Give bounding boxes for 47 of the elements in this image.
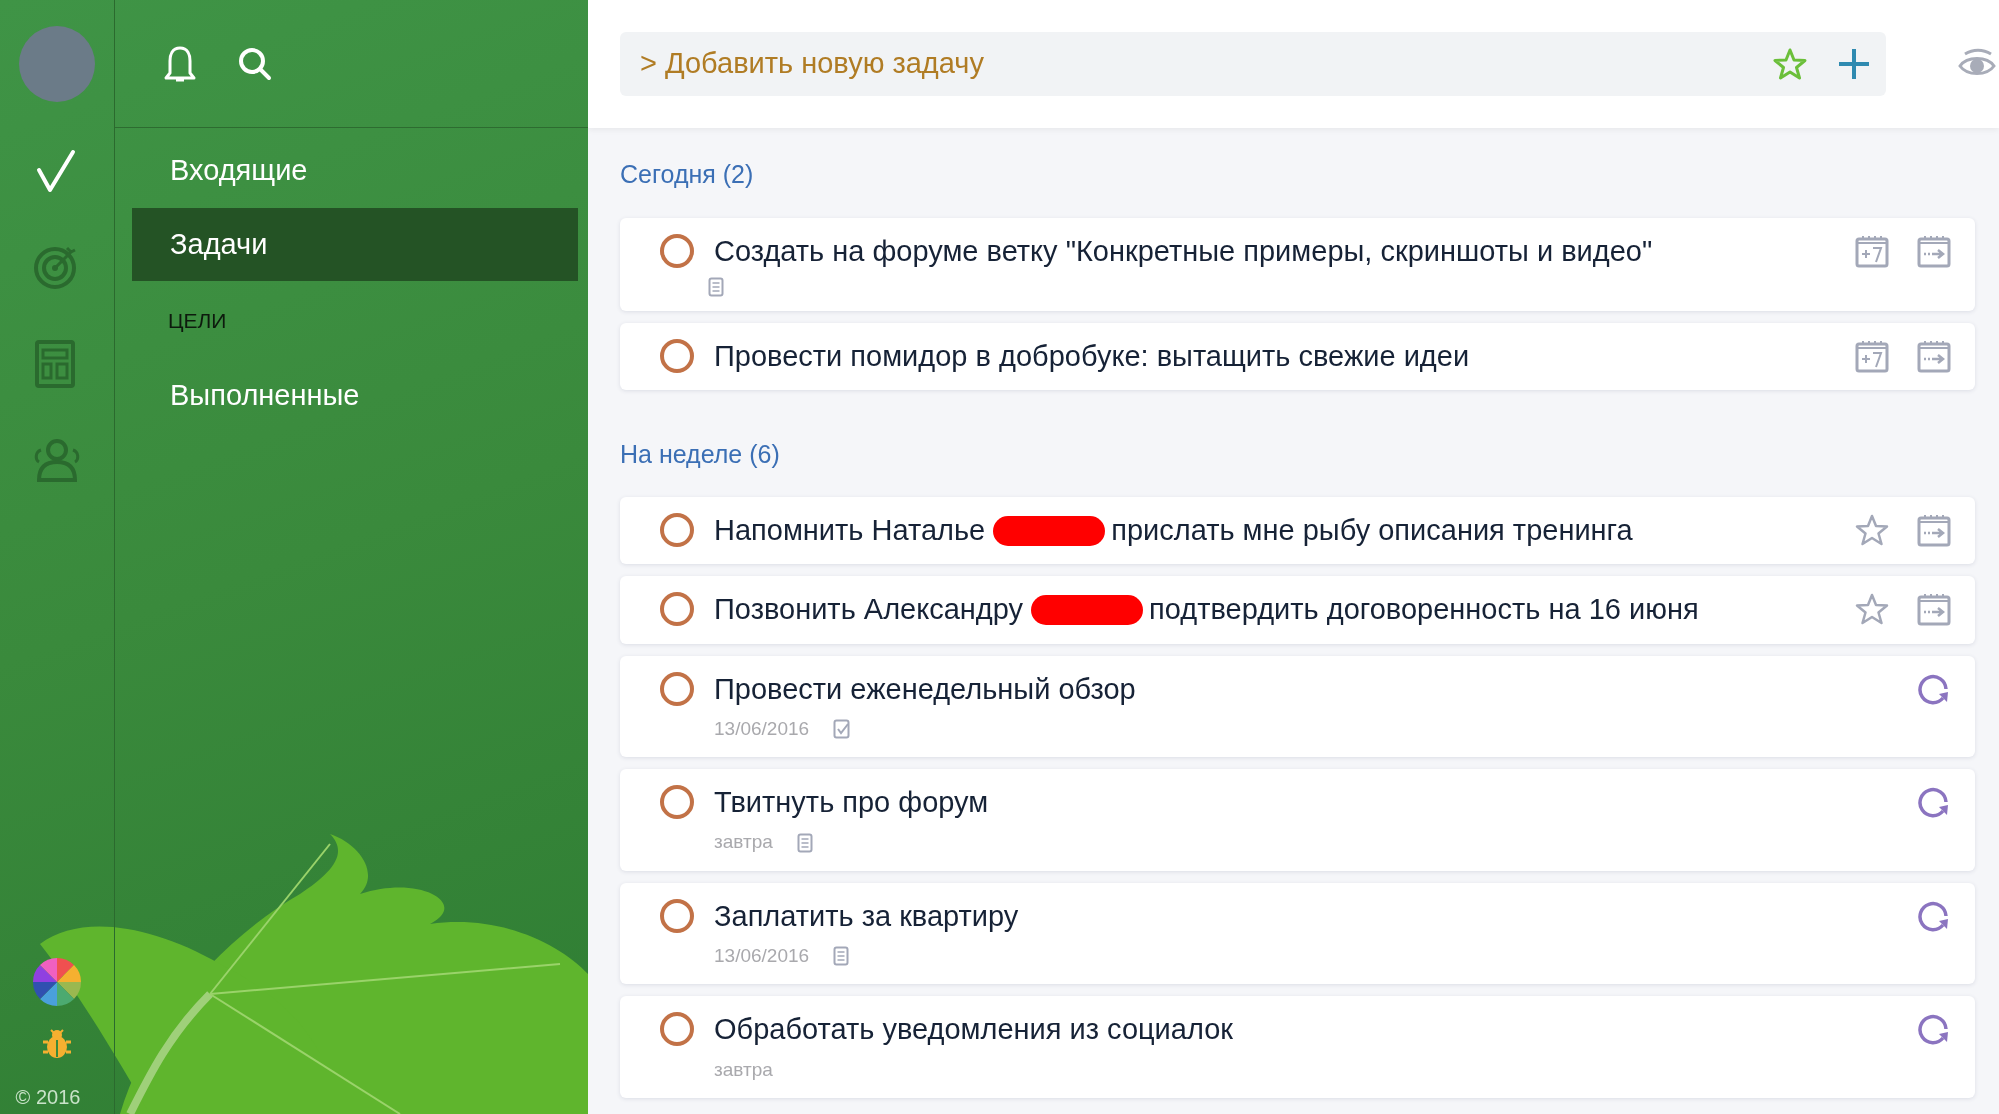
task-title[interactable]: подтвердить договоренность на 16 июня <box>1149 590 1699 630</box>
task-title[interactable]: Провести еженедельный обзор <box>714 669 1136 709</box>
complete-checkbox[interactable] <box>660 233 694 268</box>
repeat-icon[interactable] <box>1917 785 1951 820</box>
task-title[interactable]: Провести помидор в добробуке: вытащить свежие идеи <box>714 336 1470 376</box>
section-heading: На неделе (6) <box>620 438 781 470</box>
search-icon[interactable] <box>237 45 273 82</box>
task-title[interactable]: Твитнуть про форум <box>714 783 989 823</box>
add-button[interactable] <box>1822 32 1886 96</box>
star-icon[interactable] <box>1855 592 1889 627</box>
complete-checkbox[interactable] <box>660 898 694 933</box>
copyright-text: © 2016 <box>15 1085 81 1110</box>
task-title[interactable]: Напомнить Наталье <box>714 511 986 551</box>
move-date-icon[interactable] <box>1917 338 1951 373</box>
task-title[interactable]: Заплатить за квартиру <box>714 896 1019 936</box>
complete-checkbox[interactable] <box>660 338 694 373</box>
section-heading: Сегодня (2) <box>620 159 755 190</box>
star-icon[interactable] <box>1773 47 1807 81</box>
postpone-week-icon[interactable] <box>1855 233 1889 268</box>
move-date-icon[interactable] <box>1917 233 1951 268</box>
task-title[interactable]: прислать мне рыбу описания тренинга <box>1111 511 1633 551</box>
complete-checkbox[interactable] <box>660 785 694 820</box>
postpone-week-icon[interactable] <box>1855 338 1889 373</box>
plus-icon[interactable] <box>1836 46 1872 82</box>
task-title[interactable]: Создать на форуме ветку "Конкретные примеры, скриншоты и видео" <box>714 231 1653 271</box>
nav-item[interactable]: Задачи <box>132 207 578 281</box>
task-title[interactable]: Обработать уведомления из социалок <box>714 1010 1233 1050</box>
due-date: 13/06/2016 <box>714 716 810 741</box>
due-date: завтра <box>714 1057 773 1082</box>
nav-item[interactable]: Входящие <box>132 134 578 208</box>
bell-icon[interactable] <box>163 44 197 83</box>
complete-checkbox[interactable] <box>660 1012 694 1047</box>
complete-checkbox[interactable] <box>660 513 694 548</box>
add-task-field[interactable]: > Добавить новую задачу <box>620 32 1758 96</box>
nav-heading: ЦЕЛИ <box>167 308 228 334</box>
complete-checkbox[interactable] <box>660 671 694 706</box>
due-date: 13/06/2016 <box>714 944 810 968</box>
move-date-icon[interactable] <box>1917 513 1951 548</box>
nav-item[interactable]: Выполненные <box>132 358 578 432</box>
star-icon[interactable] <box>1855 513 1889 548</box>
repeat-icon[interactable] <box>1917 1012 1951 1047</box>
due-date: завтра <box>714 830 773 855</box>
complete-checkbox[interactable] <box>660 592 694 627</box>
color-wheel-icon[interactable] <box>33 958 81 1006</box>
task-title[interactable]: Позвонить Александру <box>714 590 1024 630</box>
bug-icon[interactable] <box>41 1028 73 1060</box>
move-date-icon[interactable] <box>1917 592 1951 627</box>
